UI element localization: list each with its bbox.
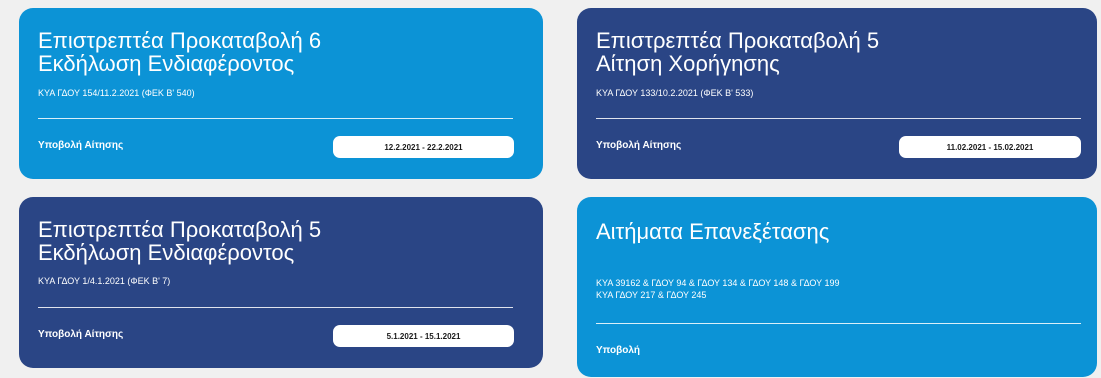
card-title: Επιστρεπτέα Προκαταβολή 6 Εκδήλωση Ενδια… bbox=[38, 29, 321, 75]
card-divider bbox=[38, 307, 513, 308]
card-epistreptea-5-aitisi[interactable]: Επιστρεπτέα Προκαταβολή 5 Αίτηση Χορήγησ… bbox=[577, 8, 1097, 179]
date-range-badge: 5.1.2021 - 15.1.2021 bbox=[333, 325, 514, 347]
submit-application-link[interactable]: Υποβολή Αίτησης bbox=[38, 329, 123, 340]
card-subtitle: ΚΥΑ ΓΔΟΥ 154/11.2.2021 (ΦΕΚ Β' 540) bbox=[38, 88, 195, 98]
card-title-line-2: Εκδήλωση Ενδιαφέροντος bbox=[38, 51, 295, 76]
card-epistreptea-6-ekdilosi[interactable]: Επιστρεπτέα Προκαταβολή 6 Εκδήλωση Ενδια… bbox=[19, 8, 543, 179]
card-title-line-2: Αίτηση Χορήγησης bbox=[596, 51, 780, 76]
card-title-line-2: Εκδήλωση Ενδιαφέροντος bbox=[38, 240, 295, 265]
submit-application-link[interactable]: Υποβολή Αίτησης bbox=[38, 140, 123, 151]
card-subtitle-line-1: ΚΥΑ 39162 & ΓΔΟΥ 94 & ΓΔΟΥ 134 & ΓΔΟΥ 14… bbox=[596, 278, 840, 288]
card-title-line-1: Αιτήματα Επανεξέτασης bbox=[596, 219, 830, 244]
date-range-badge: 12.2.2021 - 22.2.2021 bbox=[333, 136, 514, 158]
card-title-line-1: Επιστρεπτέα Προκαταβολή 5 bbox=[596, 28, 880, 53]
submit-application-link[interactable]: Υποβολή Αίτησης bbox=[596, 140, 681, 151]
card-title: Επιστρεπτέα Προκαταβολή 5 Αίτηση Χορήγησ… bbox=[596, 29, 879, 75]
card-title: Αιτήματα Επανεξέτασης bbox=[596, 220, 829, 243]
card-subtitle: ΚΥΑ ΓΔΟΥ 133/10.2.2021 (ΦΕΚ Β' 533) bbox=[596, 88, 754, 98]
card-subtitle-line-2: ΚΥΑ ΓΔΟΥ 217 & ΓΔΟΥ 245 bbox=[596, 290, 707, 300]
date-range-badge: 11.02.2021 - 15.02.2021 bbox=[899, 136, 1081, 158]
card-aitimata-epanexetasis[interactable]: Αιτήματα Επανεξέτασης ΚΥΑ 39162 & ΓΔΟΥ 9… bbox=[577, 197, 1097, 377]
card-title-line-1: Επιστρεπτέα Προκαταβολή 6 bbox=[38, 28, 322, 53]
card-title-line-1: Επιστρεπτέα Προκαταβολή 5 bbox=[38, 217, 322, 242]
card-divider bbox=[596, 323, 1081, 324]
card-epistreptea-5-ekdilosi[interactable]: Επιστρεπτέα Προκαταβολή 5 Εκδήλωση Ενδια… bbox=[19, 197, 543, 368]
submit-link[interactable]: Υποβολή bbox=[596, 345, 640, 356]
card-divider bbox=[38, 118, 513, 119]
card-title: Επιστρεπτέα Προκαταβολή 5 Εκδήλωση Ενδια… bbox=[38, 218, 321, 264]
card-subtitle: ΚΥΑ ΓΔΟΥ 1/4.1.2021 (ΦΕΚ Β' 7) bbox=[38, 276, 171, 286]
card-divider bbox=[596, 118, 1081, 119]
